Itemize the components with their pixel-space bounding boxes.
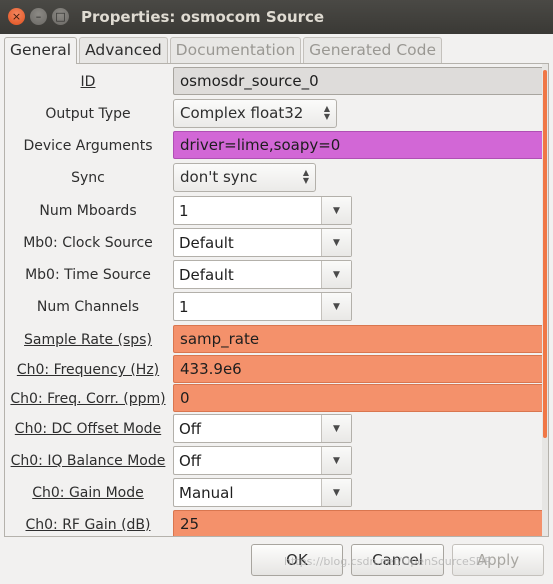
maximize-window-icon[interactable]: □ <box>52 8 69 25</box>
device-arguments-label: Device Arguments <box>23 138 153 154</box>
time-source-label: Mb0: Time Source <box>25 267 151 283</box>
freq-corr-label: Ch0: Freq. Corr. (ppm) <box>10 391 166 407</box>
clock-source-value: Default <box>179 234 234 252</box>
sync-label: Sync <box>71 170 105 186</box>
num-channels-value: 1 <box>179 298 189 316</box>
field-row-sample-rate: Sample Rate (sps) samp_rate <box>5 325 548 357</box>
field-row-output-type: Output Type Complex float32 ▲ ▼ <box>5 99 548 131</box>
dc-offset-label: Ch0: DC Offset Mode <box>14 421 162 437</box>
apply-button[interactable]: Apply <box>452 544 544 576</box>
close-window-icon[interactable]: × <box>8 8 25 25</box>
freq-corr-field[interactable]: 0 <box>173 384 546 412</box>
sample-rate-field[interactable]: samp_rate <box>173 325 546 353</box>
output-type-selector[interactable]: Complex float32 ▲ ▼ <box>173 99 337 128</box>
field-row-iq-balance: Ch0: IQ Balance Mode Off ▼ <box>5 446 548 478</box>
iq-balance-label: Ch0: IQ Balance Mode <box>10 453 166 469</box>
num-mboards-value: 1 <box>179 202 189 220</box>
device-arguments-field[interactable]: driver=lime,soapy=0 <box>173 131 546 159</box>
tab-bar: General Advanced Documentation Generated… <box>4 37 444 64</box>
tab-advanced[interactable]: Advanced <box>79 37 168 63</box>
id-label: ID <box>80 74 96 90</box>
output-type-value: Complex float32 <box>180 104 304 122</box>
chevron-down-icon[interactable]: ▼ <box>321 261 351 288</box>
time-source-combo[interactable]: Default ▼ <box>173 260 352 289</box>
vertical-scrollbar[interactable] <box>542 64 548 536</box>
frequency-label: Ch0: Frequency (Hz) <box>16 362 160 378</box>
minimize-window-icon[interactable]: – <box>30 8 47 25</box>
gain-mode-combo[interactable]: Manual ▼ <box>173 478 352 507</box>
chevron-down-icon[interactable]: ▼ <box>321 293 351 320</box>
rf-gain-field[interactable]: 25 <box>173 510 546 536</box>
field-row-freq-corr: Ch0: Freq. Corr. (ppm) 0 <box>5 384 548 416</box>
field-row-id: ID osmosdr_source_0 <box>5 67 548 99</box>
field-row-sync: Sync don't sync ▲ ▼ <box>5 163 548 195</box>
chevron-down-icon[interactable]: ▼ <box>321 415 351 442</box>
clock-source-combo[interactable]: Default ▼ <box>173 228 352 257</box>
sample-rate-label: Sample Rate (sps) <box>24 332 152 348</box>
tab-general[interactable]: General <box>4 37 78 64</box>
tab-documentation[interactable]: Documentation <box>169 37 302 63</box>
field-row-time-source: Mb0: Time Source Default ▼ <box>5 260 548 292</box>
field-row-dc-offset: Ch0: DC Offset Mode Off ▼ <box>5 414 548 446</box>
iq-balance-combo[interactable]: Off ▼ <box>173 446 352 475</box>
chevron-down-icon[interactable]: ▼ <box>321 479 351 506</box>
dc-offset-value: Off <box>179 420 202 438</box>
frequency-field[interactable]: 433.9e6 <box>173 355 546 383</box>
dc-offset-combo[interactable]: Off ▼ <box>173 414 352 443</box>
field-row-clock-source: Mb0: Clock Source Default ▼ <box>5 228 548 260</box>
sync-selector[interactable]: don't sync ▲ ▼ <box>173 163 316 192</box>
chevron-down-icon[interactable]: ▼ <box>321 229 351 256</box>
tab-generated-code[interactable]: Generated Code <box>303 37 442 63</box>
window-title: Properties: osmocom Source <box>81 8 325 26</box>
field-row-device-arguments: Device Arguments driver=lime,soapy=0 <box>5 131 548 163</box>
num-mboards-label: Num Mboards <box>39 203 137 219</box>
sync-value: don't sync <box>180 168 258 186</box>
scrollbar-thumb[interactable] <box>543 70 547 438</box>
up-down-arrows-icon: ▲ ▼ <box>323 104 330 121</box>
time-source-value: Default <box>179 266 234 284</box>
field-row-gain-mode: Ch0: Gain Mode Manual ▼ <box>5 478 548 510</box>
num-channels-label: Num Channels <box>36 299 140 315</box>
title-bar: × – □ Properties: osmocom Source <box>0 0 553 34</box>
field-row-rf-gain: Ch0: RF Gain (dB) 25 <box>5 510 548 536</box>
chevron-down-icon[interactable]: ▼ <box>321 447 351 474</box>
rf-gain-label: Ch0: RF Gain (dB) <box>25 517 151 533</box>
field-row-frequency: Ch0: Frequency (Hz) 433.9e6 <box>5 355 548 387</box>
num-mboards-combo[interactable]: 1 ▼ <box>173 196 352 225</box>
num-channels-combo[interactable]: 1 ▼ <box>173 292 352 321</box>
output-type-label: Output Type <box>45 106 131 122</box>
ok-button[interactable]: OK <box>251 544 343 576</box>
chevron-down-icon[interactable]: ▼ <box>321 197 351 224</box>
id-field[interactable]: osmosdr_source_0 <box>173 67 546 95</box>
cancel-button[interactable]: Cancel <box>351 544 444 576</box>
up-down-arrows-icon: ▲ ▼ <box>302 168 309 185</box>
clock-source-label: Mb0: Clock Source <box>23 235 153 251</box>
gain-mode-label: Ch0: Gain Mode <box>32 485 144 501</box>
gain-mode-value: Manual <box>179 484 234 502</box>
field-row-num-mboards: Num Mboards 1 ▼ <box>5 196 548 228</box>
field-row-num-channels: Num Channels 1 ▼ <box>5 292 548 324</box>
iq-balance-value: Off <box>179 452 202 470</box>
properties-panel: ID osmosdr_source_0 Output Type Complex … <box>4 63 549 537</box>
